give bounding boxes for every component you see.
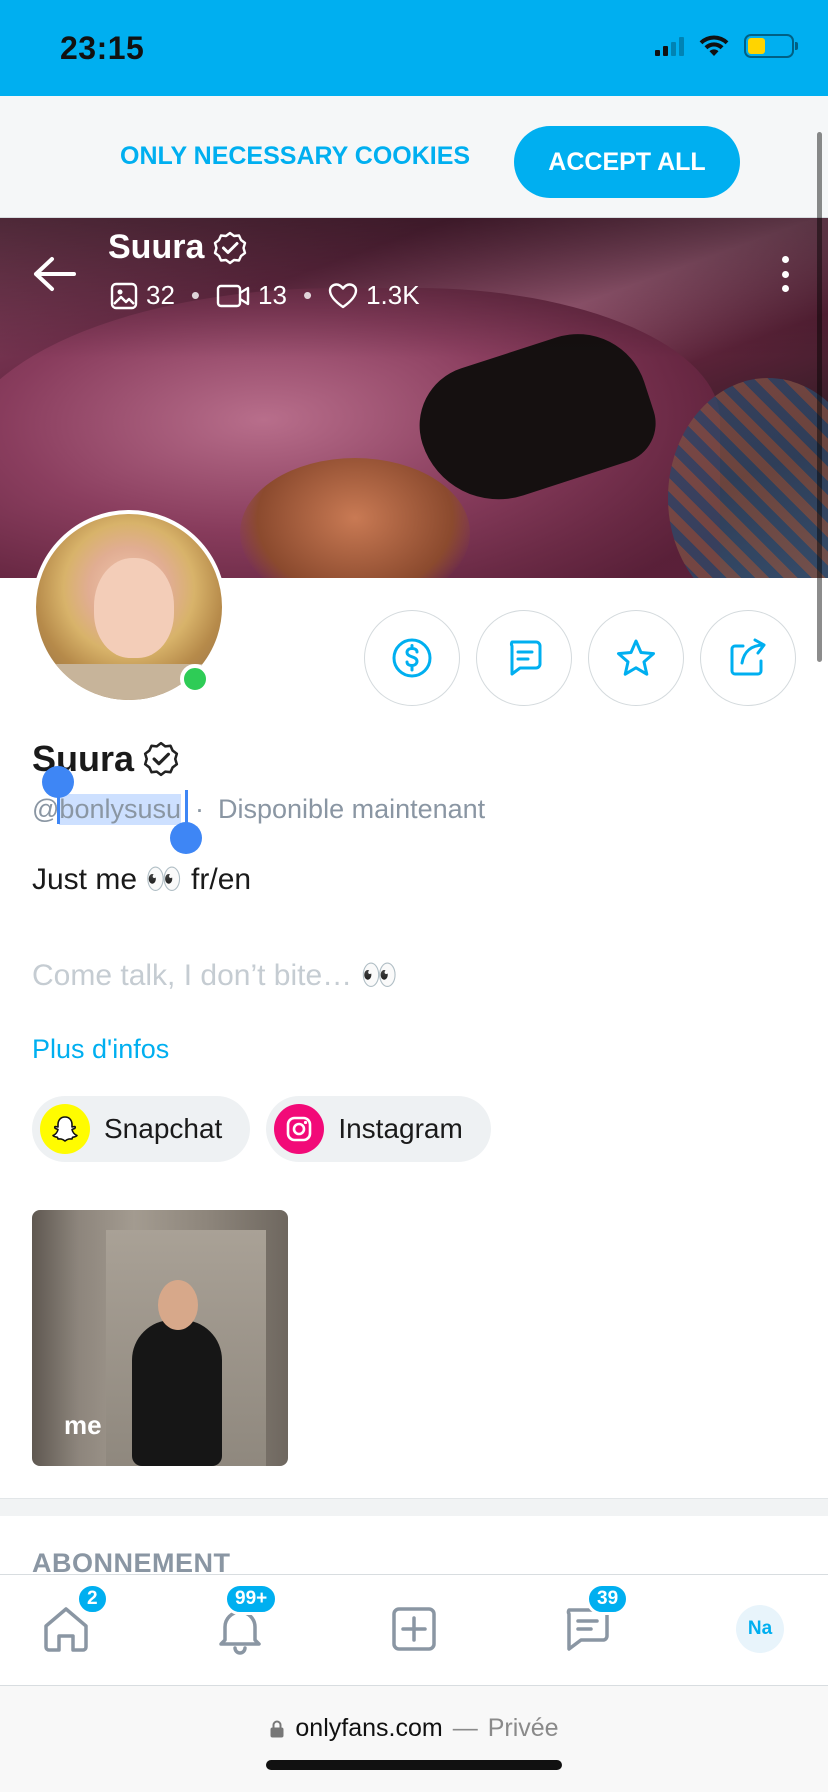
user-avatar: Na (736, 1605, 784, 1653)
url-dash: — (452, 1714, 478, 1742)
share-button[interactable] (700, 610, 796, 706)
snapchat-label: Snapchat (104, 1113, 223, 1144)
status-bar: 23:15 (0, 0, 828, 96)
home-badge: 2 (76, 1583, 109, 1615)
selection-start-handle[interactable] (42, 766, 74, 798)
nav-notifications[interactable]: 99+ (210, 1583, 279, 1659)
section-divider (0, 1498, 828, 1516)
url-domain: onlyfans.com (295, 1714, 443, 1742)
browser-url-bar[interactable]: onlyfans.com — Privée (0, 1686, 828, 1792)
verified-badge-icon (214, 231, 247, 264)
nav-profile[interactable]: Na (730, 1599, 790, 1659)
home-indicator (266, 1760, 562, 1770)
cover-username: Suura (108, 228, 205, 266)
chat-icon (509, 640, 542, 676)
bottom-navigation: 2 99+ 39 Na (0, 1574, 828, 1686)
wifi-icon (699, 35, 729, 56)
only-necessary-cookies-button[interactable]: ONLY NECESSARY COOKIES (120, 142, 470, 171)
instagram-icon (274, 1104, 325, 1154)
verified-badge-icon (143, 741, 179, 777)
cookie-banner: ONLY NECESSARY COOKIES ACCEPT ALL (0, 96, 828, 218)
more-info-link[interactable]: Plus d'infos (32, 1034, 169, 1065)
cover-title: Suura (108, 228, 248, 267)
nav-home[interactable]: 2 (36, 1583, 109, 1659)
message-button[interactable] (476, 610, 572, 706)
lock-icon (270, 1720, 284, 1737)
tip-button[interactable] (364, 610, 460, 706)
instagram-label: Instagram (338, 1113, 463, 1144)
status-icons (655, 34, 798, 58)
private-mode-label: Privée (487, 1714, 559, 1742)
messages-badge: 39 (586, 1583, 630, 1615)
online-status-dot (180, 664, 210, 694)
accept-all-cookies-button[interactable]: ACCEPT ALL (514, 126, 740, 198)
availability-status: Disponible maintenant (218, 794, 486, 824)
highlight-label: me (64, 1410, 102, 1440)
selection-end-bar (185, 790, 188, 824)
bio-line-2: Come talk, I don’t bite… 👀 (32, 959, 398, 992)
likes-stat: 1.3K (328, 280, 420, 311)
stats-separator: • (302, 280, 313, 310)
image-icon (110, 282, 138, 309)
highlight-thumbnail[interactable]: me (32, 1210, 288, 1466)
instagram-link[interactable]: Instagram (266, 1096, 491, 1162)
snapchat-icon (40, 1104, 90, 1154)
stats-separator: • (190, 280, 201, 310)
handle-row: @ bonlysusu · Disponible maintenant (32, 794, 485, 825)
profile-actions (364, 610, 796, 706)
heart-icon (328, 282, 358, 308)
social-links: Snapchat Instagram (32, 1096, 491, 1162)
handle-separator: · (195, 794, 205, 824)
nav-messages[interactable]: 39 (556, 1583, 630, 1659)
photos-stat: 32 (110, 280, 175, 311)
bio-line-1: Just me 👀 fr/en (32, 863, 252, 896)
back-arrow-icon[interactable] (30, 252, 80, 296)
video-icon (216, 284, 250, 307)
handle-selected-text[interactable]: bonlysusu (59, 794, 182, 825)
favorite-button[interactable] (588, 610, 684, 706)
url-display: onlyfans.com — Privée (0, 1714, 828, 1743)
scrollbar[interactable] (817, 132, 822, 662)
battery-icon (744, 34, 798, 58)
dollar-icon (392, 638, 432, 678)
notifications-badge: 99+ (224, 1583, 279, 1615)
status-time: 23:15 (60, 30, 145, 66)
videos-count: 13 (258, 280, 287, 310)
add-post-icon (392, 1607, 436, 1651)
snapchat-link[interactable]: Snapchat (32, 1096, 251, 1162)
more-options-icon[interactable] (780, 256, 790, 292)
star-icon (617, 639, 655, 676)
likes-count: 1.3K (366, 280, 420, 310)
handle-prefix: @ (32, 794, 60, 824)
videos-stat: 13 (216, 280, 287, 311)
selection-end-handle[interactable] (170, 822, 202, 854)
cellular-signal-icon (655, 36, 684, 56)
share-icon (730, 638, 766, 676)
cover-stats: 32 • 13 • 1.3K (110, 280, 420, 311)
nav-new-post[interactable] (384, 1599, 444, 1659)
photos-count: 32 (146, 280, 175, 310)
